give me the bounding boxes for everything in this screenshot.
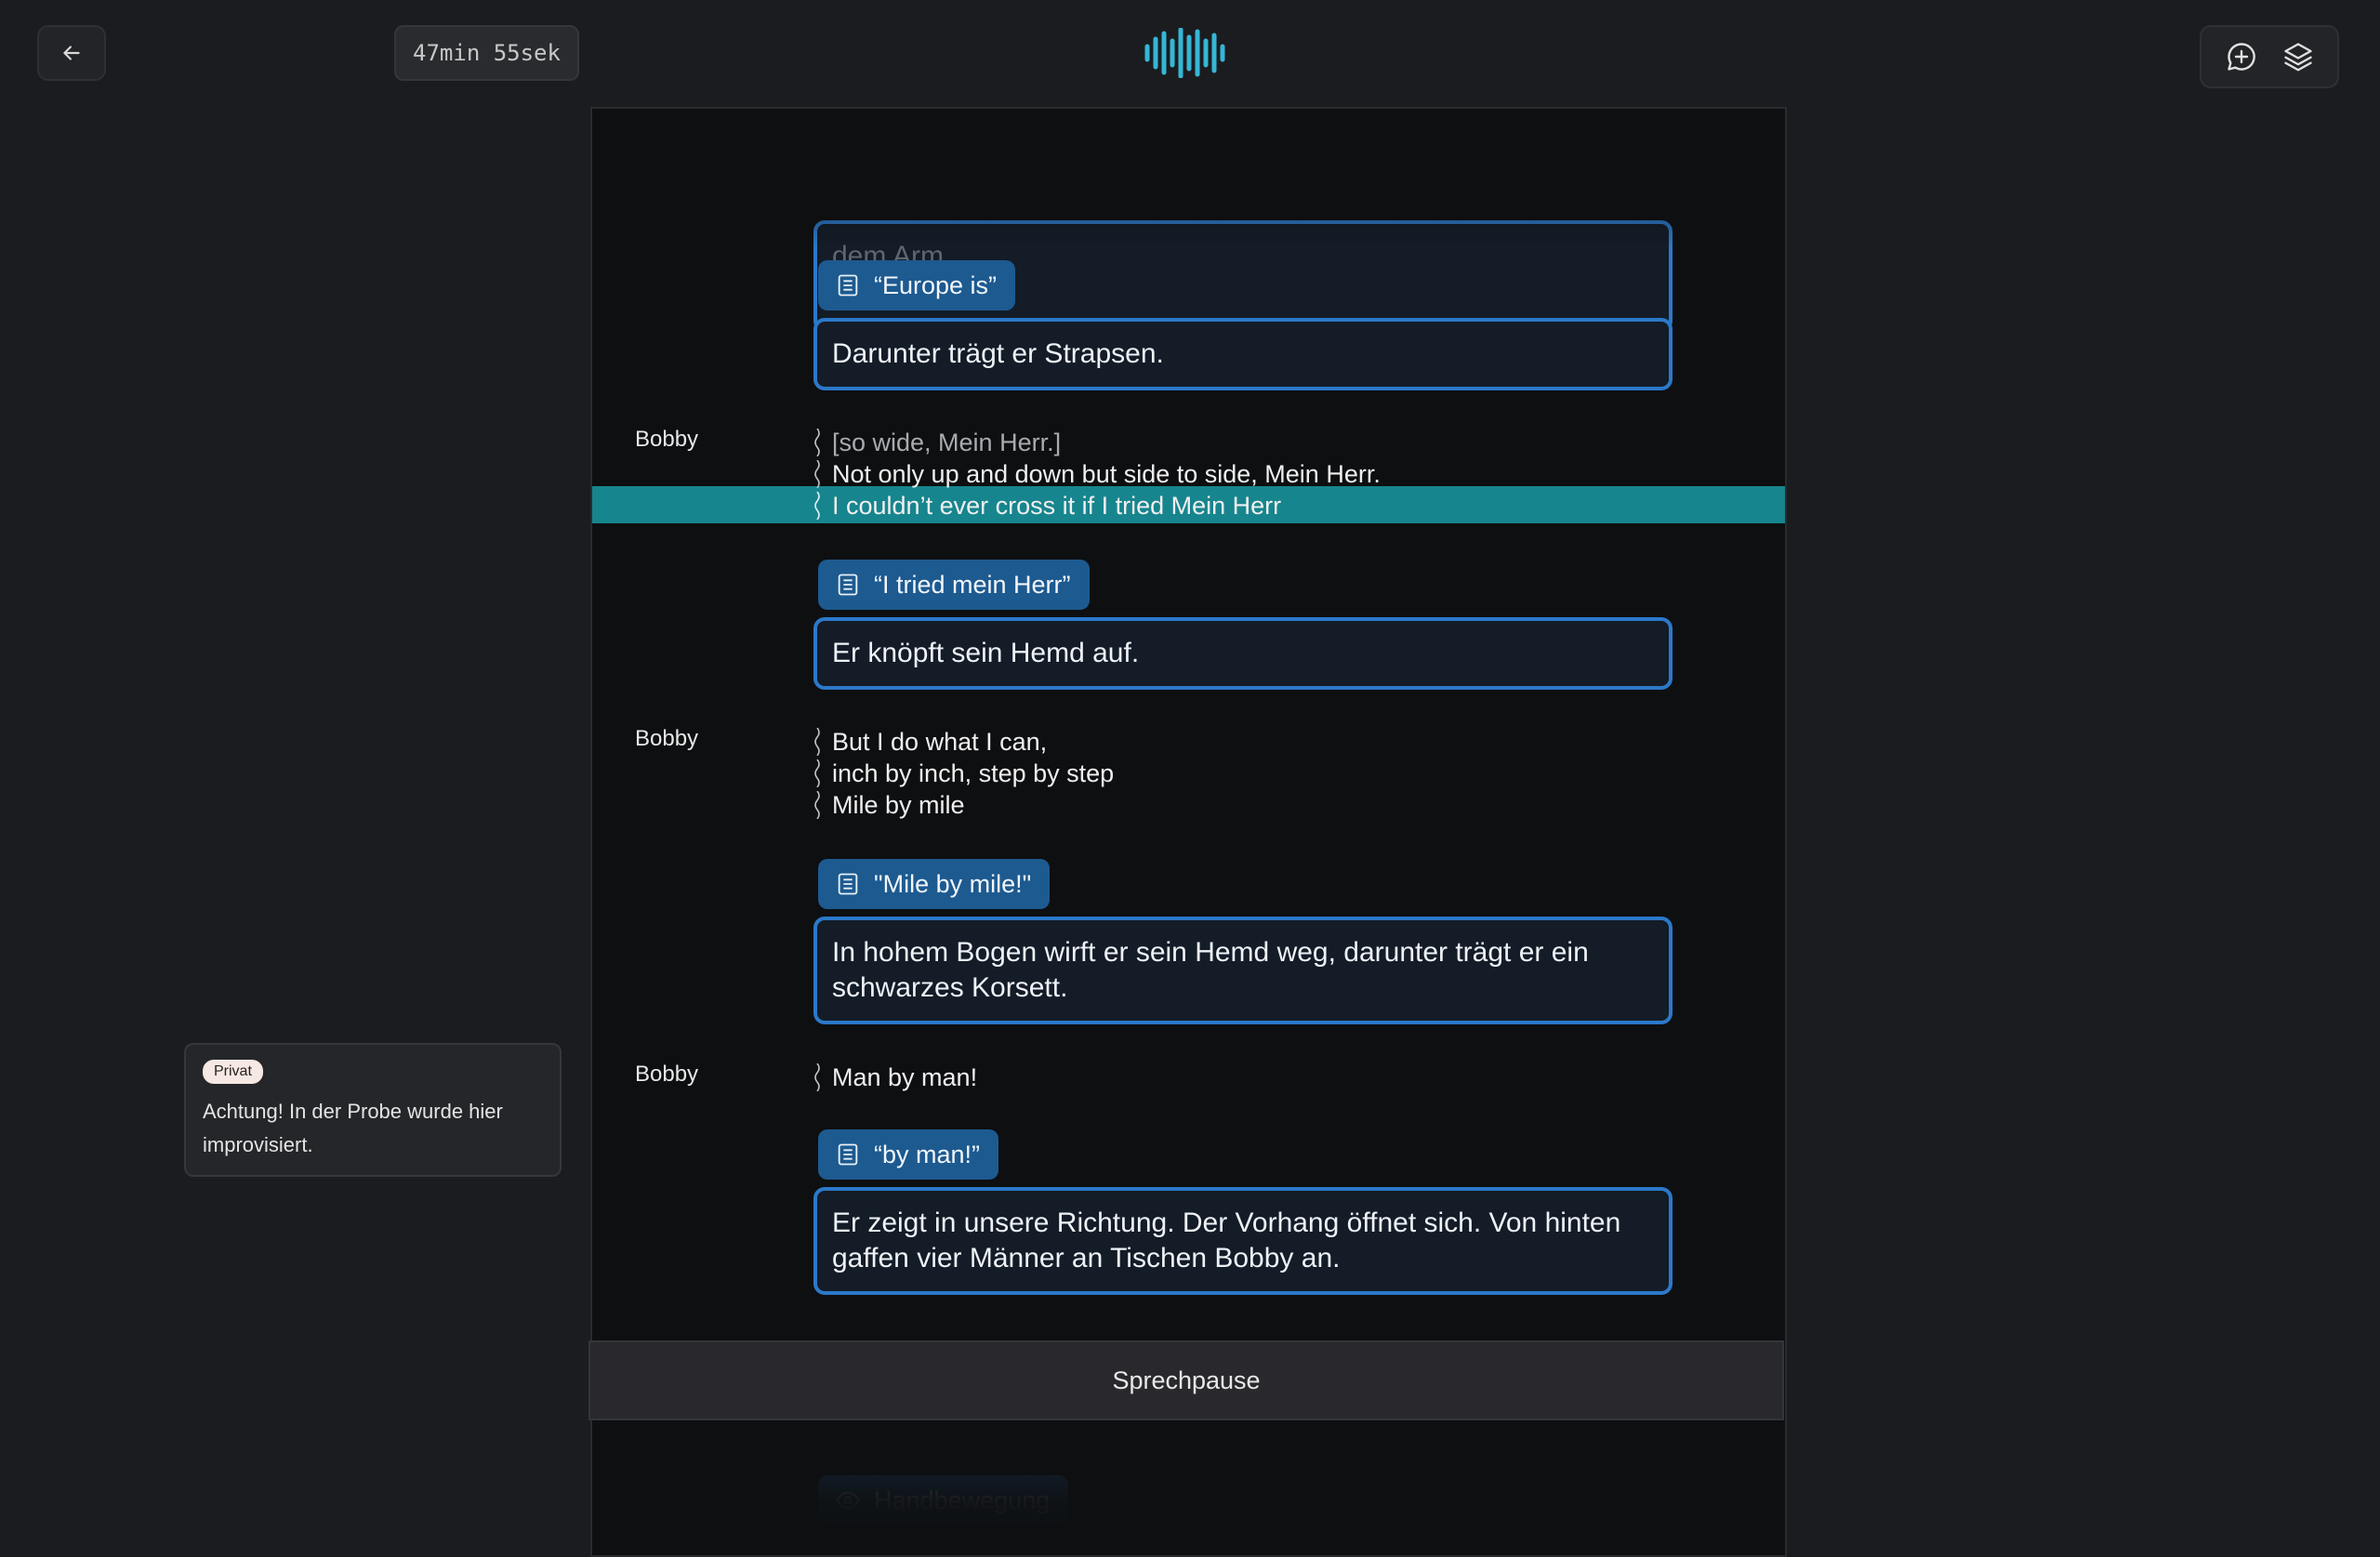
document-icon (838, 873, 858, 895)
cue-chip-label: “Europe is” (874, 270, 998, 299)
document-icon (838, 274, 858, 297)
lyric-lines: But I do what I can, inch by inch, step … (813, 726, 1114, 821)
lyric-line[interactable]: Not only up and down but side to side, M… (813, 458, 1381, 490)
note-text: Achtung! In der Probe wurde hier improvi… (203, 1100, 503, 1156)
layers-icon (2283, 43, 2312, 72)
document-icon (838, 574, 858, 596)
eye-icon (836, 1491, 860, 1510)
back-button[interactable] (37, 25, 106, 81)
cue-chip[interactable]: “by man!” (818, 1129, 999, 1180)
private-note[interactable]: Privat Achtung! In der Probe wurde hier … (184, 1043, 562, 1177)
speaker-name: Bobby (635, 726, 699, 751)
wave-marker-icon (814, 460, 820, 488)
top-bar: 47min 55sek (0, 0, 2380, 102)
cue-chip-label: “by man!” (874, 1140, 981, 1168)
cue-chip[interactable]: “I tried mein Herr” (818, 560, 1090, 610)
speaker-name: Bobby (635, 427, 699, 452)
cue-box[interactable]: Er zeigt in unsere Richtung. Der Vorhang… (813, 1187, 1673, 1295)
lyric-line[interactable]: Man by man! (813, 1062, 977, 1093)
wave-marker-icon (814, 728, 820, 756)
wave-marker-icon (814, 429, 820, 456)
cue-chip-faded[interactable]: Handbewegung (818, 1475, 1069, 1525)
speaker-name: Bobby (635, 1062, 699, 1087)
cue-chip-label: Handbewegung (874, 1485, 1051, 1514)
layers-button[interactable] (2278, 36, 2319, 77)
lyric-lines: Man by man! (813, 1062, 977, 1093)
chat-plus-icon (2227, 43, 2255, 71)
speech-pause-label: Sprechpause (1112, 1366, 1261, 1394)
lyric-line-current[interactable]: I couldn’t ever cross it if I tried Mein… (813, 490, 1381, 521)
cue-box[interactable]: Darunter trägt er Strapsen. (813, 318, 1673, 390)
waveform-logo-icon (1144, 28, 1225, 78)
lyric-line[interactable]: But I do what I can, (813, 726, 1114, 758)
cue-text: In hohem Bogen wirft er sein Hemd weg, d… (832, 937, 1589, 1003)
cue-box[interactable]: Er knöpft sein Hemd auf. (813, 617, 1673, 690)
lyric-line[interactable]: Mile by mile (813, 789, 1114, 821)
cue-chip-label: "Mile by mile!" (874, 869, 1032, 898)
wave-marker-icon (814, 1063, 820, 1091)
elapsed-timer: 47min 55sek (394, 25, 579, 81)
lyric-lines: [so wide, Mein Herr.] Not only up and do… (813, 427, 1381, 521)
cue-text: Er knöpft sein Hemd auf. (832, 638, 1140, 668)
wave-marker-icon (814, 492, 820, 520)
private-badge: Privat (203, 1060, 263, 1084)
cue-chip[interactable]: “Europe is” (818, 260, 1016, 310)
cue-box[interactable]: In hohem Bogen wirft er sein Hemd weg, d… (813, 917, 1673, 1024)
toolbar-right (2200, 25, 2339, 88)
add-comment-button[interactable] (2221, 36, 2262, 77)
script-page[interactable]: dem Arm. “Europe is” Darunter trägt er S… (590, 107, 1787, 1557)
cue-text: Er zeigt in unsere Richtung. Der Vorhang… (832, 1207, 1621, 1273)
cue-chip-label: “I tried mein Herr” (874, 570, 1071, 599)
speech-pause-bar[interactable]: Sprechpause (588, 1340, 1784, 1420)
lyric-line[interactable]: inch by inch, step by step (813, 758, 1114, 789)
lyric-line[interactable]: [so wide, Mein Herr.] (813, 427, 1381, 458)
wave-marker-icon (814, 791, 820, 819)
cue-chip[interactable]: "Mile by mile!" (818, 859, 1051, 909)
document-icon (838, 1143, 858, 1166)
cue-text: Darunter trägt er Strapsen. (832, 338, 1164, 369)
arrow-left-icon (63, 46, 80, 60)
wave-marker-icon (814, 759, 820, 787)
fade-bottom (592, 1425, 1785, 1555)
